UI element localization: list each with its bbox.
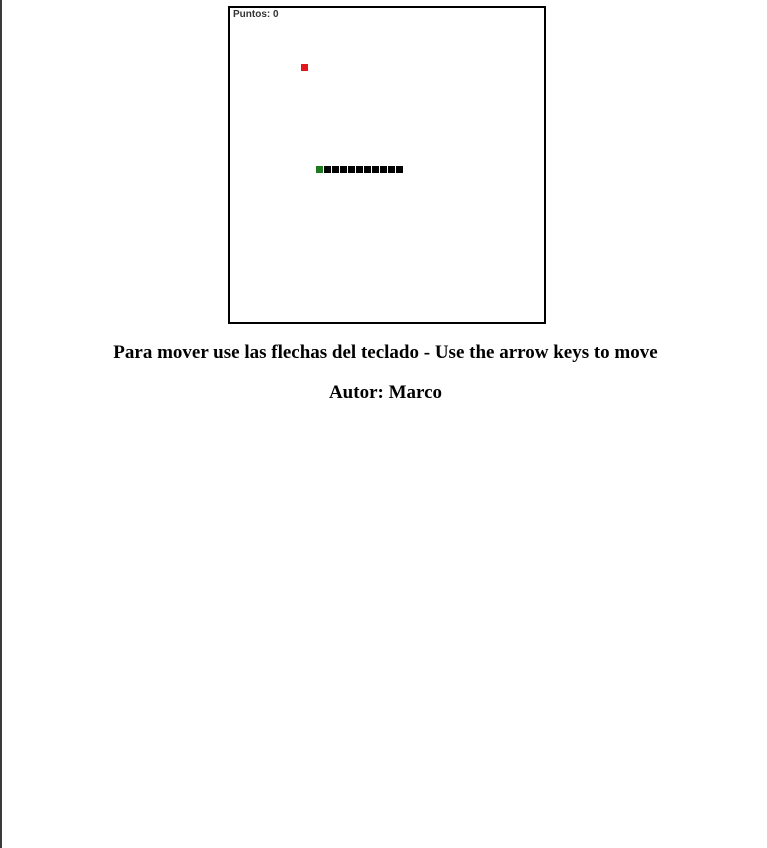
score-label: Puntos: 0	[233, 9, 279, 20]
snake-segment	[340, 166, 347, 173]
instructions-text: Para mover use las flechas del teclado -…	[113, 342, 658, 363]
snake-segment	[348, 166, 355, 173]
snake-segment	[356, 166, 363, 173]
snake-segment	[324, 166, 331, 173]
snake-segment	[372, 166, 379, 173]
snake-head	[316, 166, 323, 173]
snake-segment	[380, 166, 387, 173]
window-left-edge	[0, 0, 2, 848]
snake-segment	[396, 166, 403, 173]
game-canvas[interactable]: Puntos: 0	[228, 6, 546, 324]
snake-segment	[388, 166, 395, 173]
author-text: Autor: Marco	[328, 382, 443, 403]
snake-segment	[332, 166, 339, 173]
snake-segment	[364, 166, 371, 173]
food-pellet	[301, 64, 308, 71]
